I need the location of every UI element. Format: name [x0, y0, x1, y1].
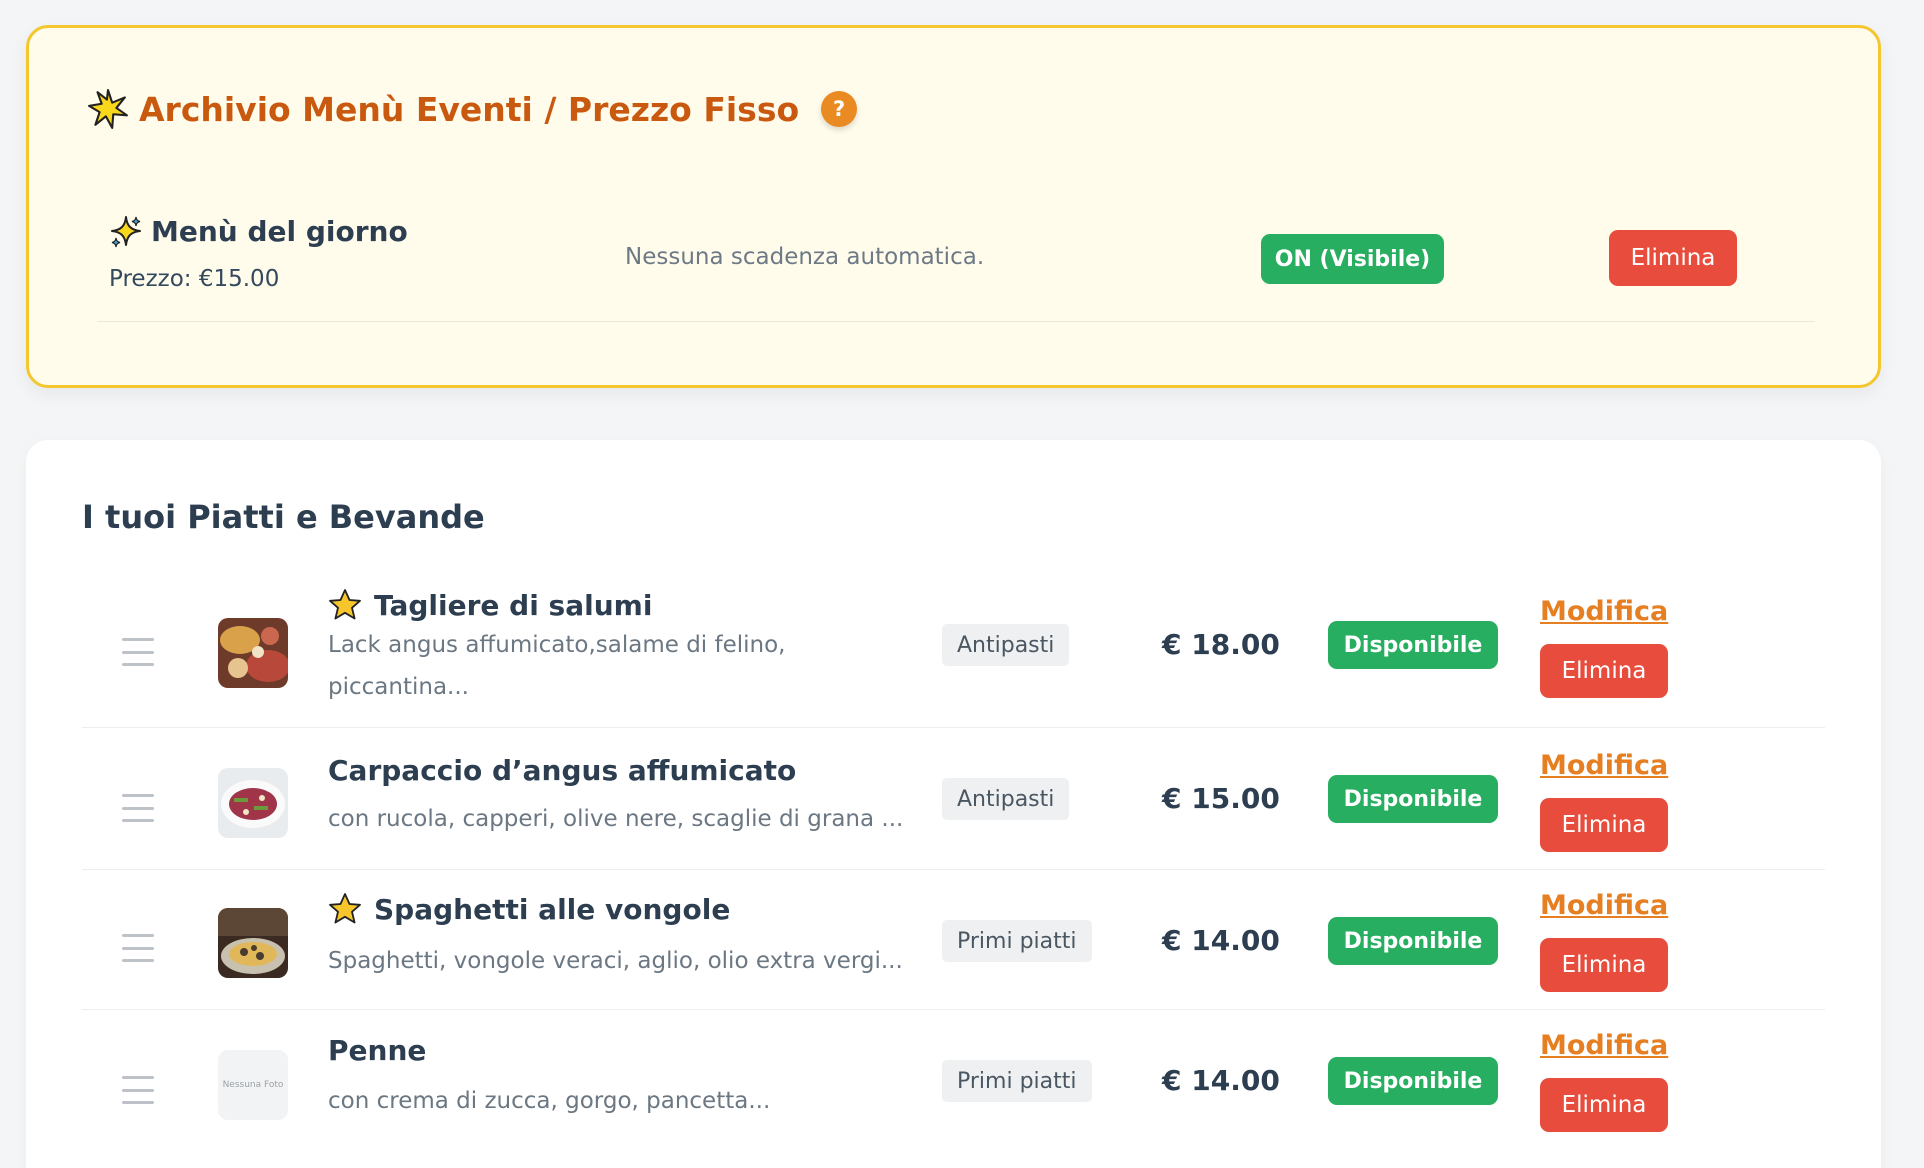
- dish-description: con crema di zucca, gorgo, pancetta...: [328, 1088, 771, 1114]
- sparkles-icon: [88, 89, 128, 129]
- delete-button[interactable]: Elimina: [1540, 644, 1668, 698]
- drag-handle-icon[interactable]: [122, 638, 154, 666]
- edit-link[interactable]: Modifica: [1540, 596, 1668, 627]
- dish-row: Nessuna Foto Penne con crema di zucca, g…: [82, 1010, 1825, 1168]
- dish-name-text: Carpaccio d’angus affumicato: [328, 754, 797, 787]
- dish-description: Spaghetti, vongole veraci, aglio, olio e…: [328, 948, 903, 974]
- drag-handle-icon[interactable]: [122, 794, 154, 822]
- visibility-toggle-button[interactable]: ON (Visibile): [1261, 234, 1444, 284]
- star-icon: [329, 893, 361, 924]
- category-badge: Antipasti: [942, 624, 1070, 666]
- category-badge: Antipasti: [942, 778, 1070, 820]
- dish-price: € 18.00: [1162, 628, 1280, 661]
- event-row: Menù del giorno Prezzo: €15.00 Nessuna s…: [97, 188, 1815, 322]
- availability-button[interactable]: Disponibile: [1328, 917, 1498, 965]
- no-photo-placeholder: Nessuna Foto: [218, 1050, 288, 1120]
- dishes-title: I tuoi Piatti e Bevande: [82, 498, 485, 536]
- dish-name: Carpaccio d’angus affumicato: [328, 754, 796, 787]
- dish-price: € 15.00: [1162, 782, 1280, 815]
- event-name: Menù del giorno: [109, 214, 408, 248]
- events-archive-card: Archivio Menù Eventi / Prezzo Fisso ? Me…: [26, 25, 1881, 388]
- delete-button[interactable]: Elimina: [1540, 798, 1668, 852]
- dish-row: Tagliere di salumi Lack angus affumicato…: [82, 576, 1825, 728]
- delete-event-button[interactable]: Elimina: [1609, 230, 1737, 286]
- dish-description: con rucola, capperi, olive nere, scaglie…: [328, 806, 904, 832]
- dish-description: Lack angus affumicato,salame di felino, …: [328, 632, 786, 700]
- edit-link[interactable]: Modifica: [1540, 890, 1668, 921]
- event-expiry: Nessuna scadenza automatica.: [625, 244, 985, 270]
- dish-name: Spaghetti alle vongole: [328, 892, 730, 926]
- dish-price: € 14.00: [1162, 1064, 1280, 1097]
- dish-name-text: Tagliere di salumi: [374, 588, 653, 622]
- page: Archivio Menù Eventi / Prezzo Fisso ? Me…: [0, 0, 1924, 1168]
- category-badge: Primi piatti: [942, 1060, 1092, 1102]
- dish-thumbnail: [218, 908, 288, 978]
- no-photo-label: Nessuna Foto: [222, 1080, 284, 1090]
- event-name-text: Menù del giorno: [151, 214, 408, 248]
- dish-thumbnail: [218, 618, 288, 688]
- category-badge: Primi piatti: [942, 920, 1092, 962]
- delete-button[interactable]: Elimina: [1540, 938, 1668, 992]
- events-archive-title: Archivio Menù Eventi / Prezzo Fisso ?: [87, 88, 858, 130]
- delete-button[interactable]: Elimina: [1540, 1078, 1668, 1132]
- star-icon: [329, 589, 361, 620]
- drag-handle-icon[interactable]: [122, 1076, 154, 1104]
- dish-name-text: Spaghetti alle vongole: [374, 892, 731, 926]
- dishes-card: I tuoi Piatti e Bevande Tagliere di salu: [26, 440, 1881, 1168]
- availability-button[interactable]: Disponibile: [1328, 621, 1498, 669]
- sparkle-icon: [111, 216, 141, 248]
- edit-link[interactable]: Modifica: [1540, 1030, 1668, 1061]
- dish-price: € 14.00: [1162, 924, 1280, 957]
- event-price: Prezzo: €15.00: [109, 266, 280, 292]
- edit-link[interactable]: Modifica: [1540, 750, 1668, 781]
- dish-row: Spaghetti alle vongole Spaghetti, vongol…: [82, 870, 1825, 1010]
- help-icon[interactable]: ?: [821, 91, 858, 127]
- dish-row: Carpaccio d’angus affumicato con rucola,…: [82, 728, 1825, 870]
- availability-button[interactable]: Disponibile: [1328, 775, 1498, 823]
- drag-handle-icon[interactable]: [122, 934, 154, 962]
- dish-thumbnail: [218, 768, 288, 838]
- dish-name: Tagliere di salumi: [328, 588, 652, 622]
- availability-button[interactable]: Disponibile: [1328, 1057, 1498, 1105]
- events-archive-title-text: Archivio Menù Eventi / Prezzo Fisso: [139, 89, 800, 129]
- dish-name-text: Penne: [328, 1034, 427, 1067]
- dish-name: Penne: [328, 1034, 426, 1067]
